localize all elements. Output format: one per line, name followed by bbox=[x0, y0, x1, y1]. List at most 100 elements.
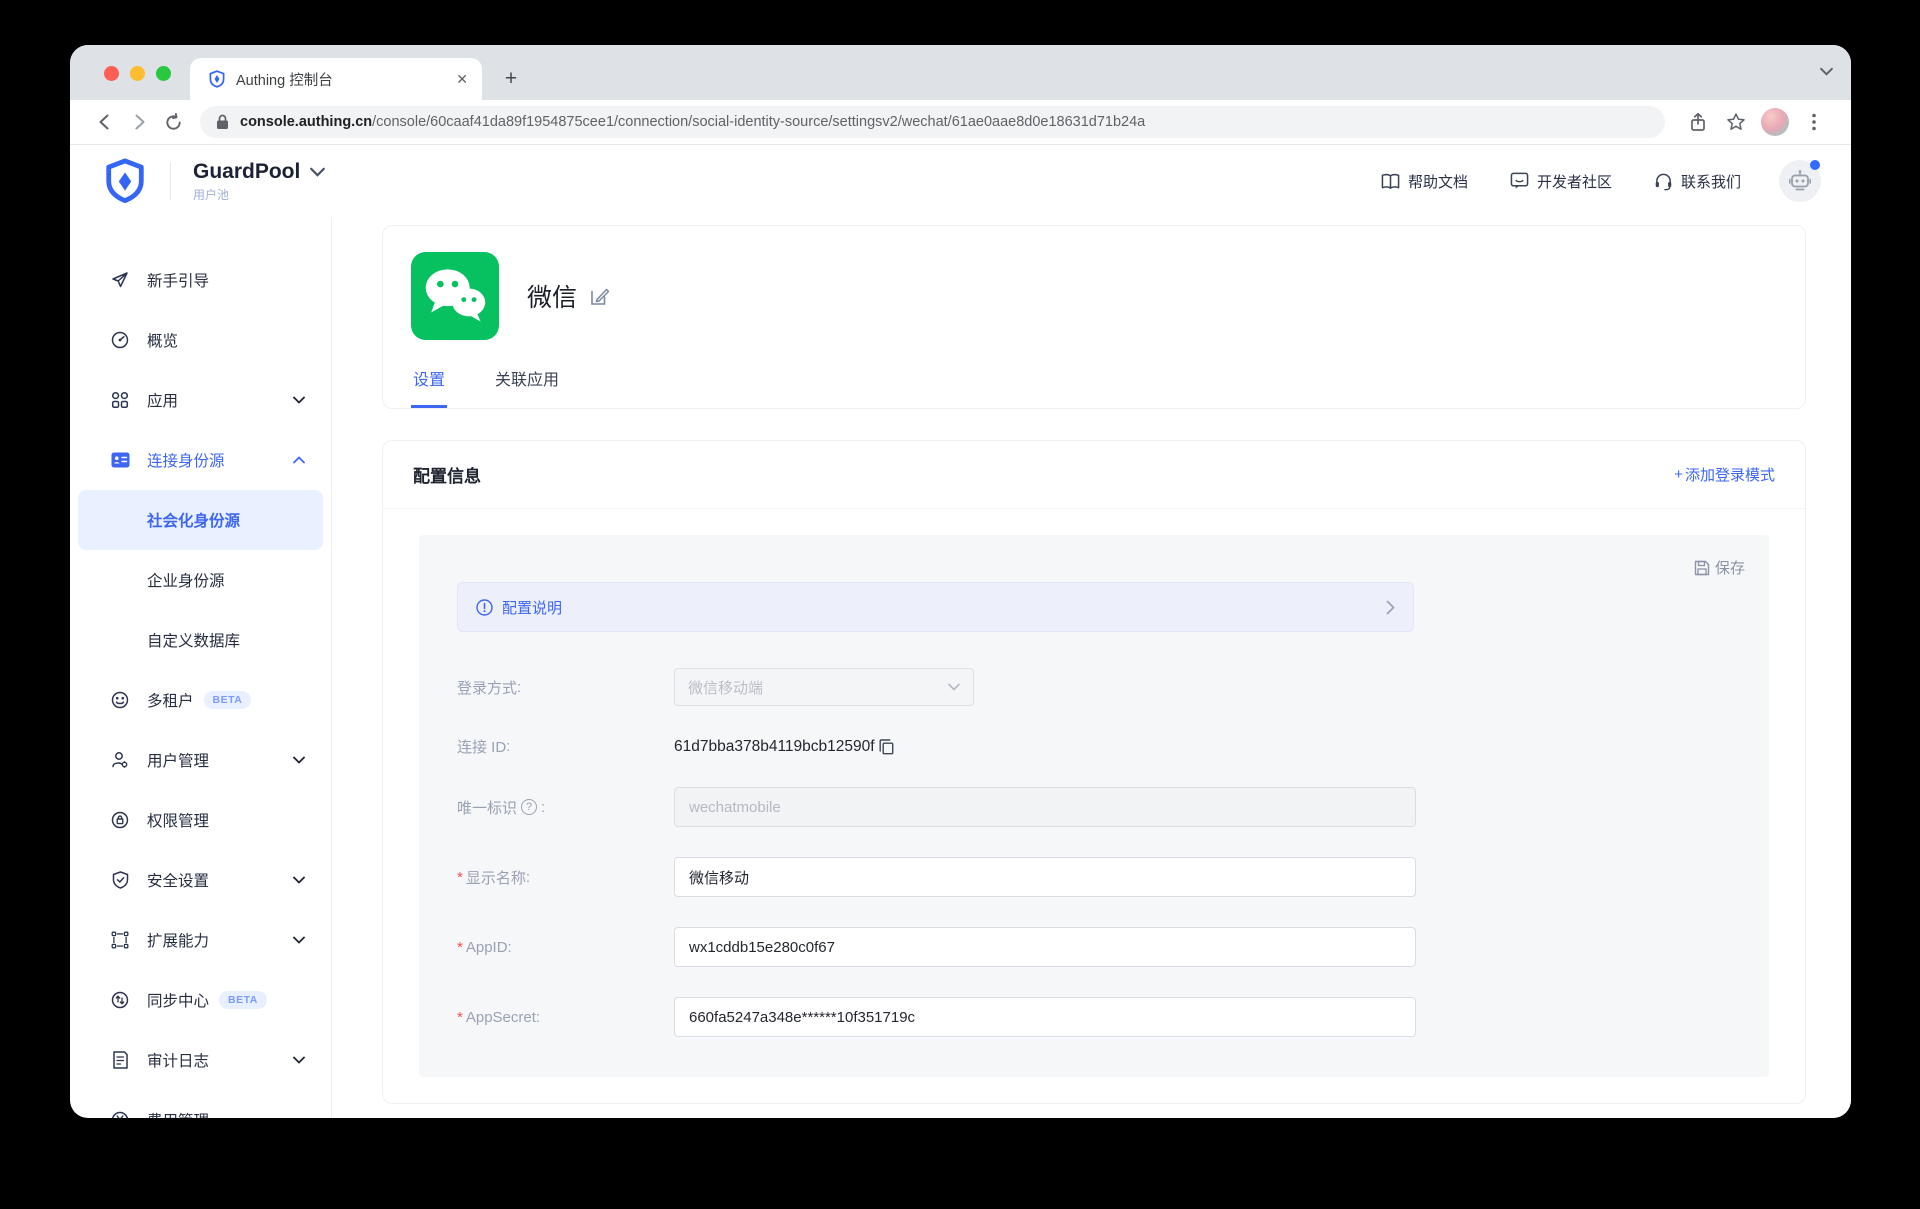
forward-icon[interactable] bbox=[122, 112, 156, 132]
save-button[interactable]: 保存 bbox=[1694, 557, 1745, 578]
app-header: GuardPool 用户池 帮助文档 开发者社区 联系我们 bbox=[70, 145, 1851, 217]
shield-check-icon bbox=[110, 871, 130, 889]
help-question-icon[interactable]: ? bbox=[521, 799, 538, 815]
sidebar-item-permission-management[interactable]: 权限管理 bbox=[70, 790, 331, 850]
share-icon[interactable] bbox=[1679, 112, 1717, 132]
sync-icon bbox=[110, 991, 130, 1009]
authing-logo-shield-icon bbox=[106, 158, 144, 204]
config-panel: 保存 配置说明 登录方式: 微信移动端 连接 ID: 61d7bba378b… bbox=[419, 535, 1769, 1077]
config-card: 配置信息 + 添加登录模式 保存 配置说明 登录方式: 微信移动端 连接 ID… bbox=[382, 440, 1806, 1104]
sidebar-item-user-management[interactable]: 用户管理 bbox=[70, 730, 331, 790]
assistant-avatar[interactable] bbox=[1779, 160, 1821, 202]
billing-icon bbox=[110, 1111, 130, 1118]
sidebar-item-label: 权限管理 bbox=[147, 813, 210, 830]
reload-icon[interactable] bbox=[156, 112, 190, 132]
bookmark-star-icon[interactable] bbox=[1717, 112, 1755, 132]
help-docs-link[interactable]: 帮助文档 bbox=[1381, 171, 1468, 192]
save-floppy-icon bbox=[1694, 560, 1710, 575]
sidebar-item-security-settings[interactable]: 安全设置 bbox=[70, 850, 331, 910]
chevron-down-icon bbox=[293, 936, 305, 944]
back-icon[interactable] bbox=[88, 112, 122, 132]
form-row-display-name: * 显示名称: bbox=[457, 857, 1745, 897]
close-window-button[interactable] bbox=[104, 66, 119, 81]
config-section-title: 配置信息 bbox=[413, 467, 481, 486]
help-docs-label: 帮助文档 bbox=[1407, 173, 1468, 191]
form-row-login-mode: 登录方式: 微信移动端 bbox=[457, 668, 1745, 706]
wechat-logo-icon bbox=[411, 252, 499, 340]
tab-associated-apps[interactable]: 关联应用 bbox=[493, 366, 561, 408]
sidebar-item-billing-management[interactable]: 费用管理 bbox=[70, 1090, 331, 1118]
browser-profile-avatar[interactable] bbox=[1761, 108, 1789, 136]
dashboard-icon bbox=[110, 331, 130, 349]
new-tab-button[interactable]: + bbox=[498, 67, 524, 91]
form-row-unique-identifier: 唯一标识?: bbox=[457, 787, 1745, 827]
permission-lock-icon bbox=[110, 811, 130, 829]
sidebar-item-custom-database[interactable]: 自定义数据库 bbox=[78, 610, 323, 670]
login-mode-select[interactable]: 微信移动端 bbox=[674, 668, 974, 706]
minimize-window-button[interactable] bbox=[130, 66, 145, 81]
audit-log-icon bbox=[110, 1051, 130, 1069]
info-circle-icon bbox=[476, 598, 493, 616]
sidebar-item-label: 费用管理 bbox=[147, 1109, 209, 1118]
unique-identifier-input[interactable] bbox=[674, 787, 1416, 827]
sidebar-item-label: 社会化身份源 bbox=[147, 513, 241, 530]
url-domain: console.authing.cn bbox=[240, 114, 373, 130]
sidebar-item-label: 概览 bbox=[147, 333, 179, 350]
book-icon bbox=[1381, 173, 1400, 189]
appsecret-input[interactable] bbox=[674, 997, 1416, 1037]
sidebar-item-label: 扩展能力 bbox=[147, 933, 210, 950]
sidebar-item-identity-sources[interactable]: 连接身份源 bbox=[70, 430, 331, 490]
field-label: 唯一标识?: bbox=[457, 798, 546, 817]
required-marker: * bbox=[457, 938, 463, 956]
sidebar-item-extension-capability[interactable]: 扩展能力 bbox=[70, 910, 331, 970]
sidebar-item-getting-started[interactable]: 新手引导 bbox=[70, 250, 331, 310]
field-label: * AppID: bbox=[457, 938, 512, 956]
zoom-window-button[interactable] bbox=[156, 66, 171, 81]
sidebar-item-label: 应用 bbox=[147, 393, 179, 410]
required-marker: * bbox=[457, 1008, 463, 1026]
macos-traffic-lights bbox=[104, 66, 171, 81]
sidebar-item-sync-center[interactable]: 同步中心 BETA bbox=[70, 970, 331, 1030]
sidebar-item-overview[interactable]: 概览 bbox=[70, 310, 331, 370]
sidebar-item-applications[interactable]: 应用 bbox=[70, 370, 331, 430]
contact-us-label: 联系我们 bbox=[1680, 173, 1741, 191]
sidebar-item-social-identity-source[interactable]: 社会化身份源 bbox=[78, 490, 323, 550]
contact-us-link[interactable]: 联系我们 bbox=[1654, 171, 1741, 192]
https-lock-icon bbox=[217, 114, 228, 129]
chevron-down-icon bbox=[293, 876, 305, 884]
developer-community-link[interactable]: 开发者社区 bbox=[1510, 171, 1612, 192]
sidebar-item-enterprise-identity-source[interactable]: 企业身份源 bbox=[78, 550, 323, 610]
sidebar-item-multi-tenant[interactable]: 多租户 BETA bbox=[70, 670, 331, 730]
tab-close-icon[interactable]: ✕ bbox=[456, 71, 468, 88]
connection-id-value: 61d7bba378b4119bcb12590f bbox=[674, 737, 875, 755]
browser-menu-kebab-icon[interactable] bbox=[1795, 113, 1833, 131]
robot-icon bbox=[1788, 170, 1812, 191]
workspace-switcher[interactable]: GuardPool 用户池 bbox=[193, 159, 326, 203]
tab-title: Authing 控制台 bbox=[236, 72, 333, 89]
field-label: 登录方式: bbox=[457, 678, 522, 697]
beta-badge: BETA bbox=[219, 991, 267, 1009]
form-row-connection-id: 连接 ID: 61d7bba378b4119bcb12590f bbox=[457, 736, 1745, 757]
chevron-down-icon bbox=[948, 683, 960, 691]
add-login-mode-button[interactable]: + 添加登录模式 bbox=[1674, 464, 1775, 485]
sidebar-item-label: 多租户 bbox=[147, 693, 194, 710]
url-text: console.authing.cn/console/60caaf41da89f… bbox=[240, 114, 1145, 130]
appid-input[interactable] bbox=[674, 927, 1416, 967]
edit-name-icon[interactable] bbox=[589, 286, 610, 307]
browser-tab[interactable]: Authing 控制台 ✕ bbox=[190, 58, 482, 100]
sidebar-item-audit-log[interactable]: 审计日志 bbox=[70, 1030, 331, 1090]
tab-settings[interactable]: 设置 bbox=[411, 366, 448, 408]
tab-overview-chevron-icon[interactable] bbox=[1820, 67, 1833, 76]
form-row-appid: * AppID: bbox=[457, 927, 1745, 967]
copy-icon[interactable] bbox=[878, 738, 895, 755]
identity-header-card: 微信 设置 关联应用 bbox=[382, 225, 1806, 409]
header-divider bbox=[170, 162, 171, 200]
address-bar[interactable]: console.authing.cn/console/60caaf41da89f… bbox=[200, 106, 1665, 138]
id-card-icon bbox=[110, 452, 130, 468]
workspace-name: GuardPool bbox=[193, 159, 301, 183]
browser-tab-strip: Authing 控制台 ✕ + bbox=[70, 45, 1851, 100]
required-marker: * bbox=[457, 868, 463, 886]
extension-frame-icon bbox=[110, 931, 130, 949]
display-name-input[interactable] bbox=[674, 857, 1416, 897]
config-notice-banner[interactable]: 配置说明 bbox=[457, 582, 1414, 632]
